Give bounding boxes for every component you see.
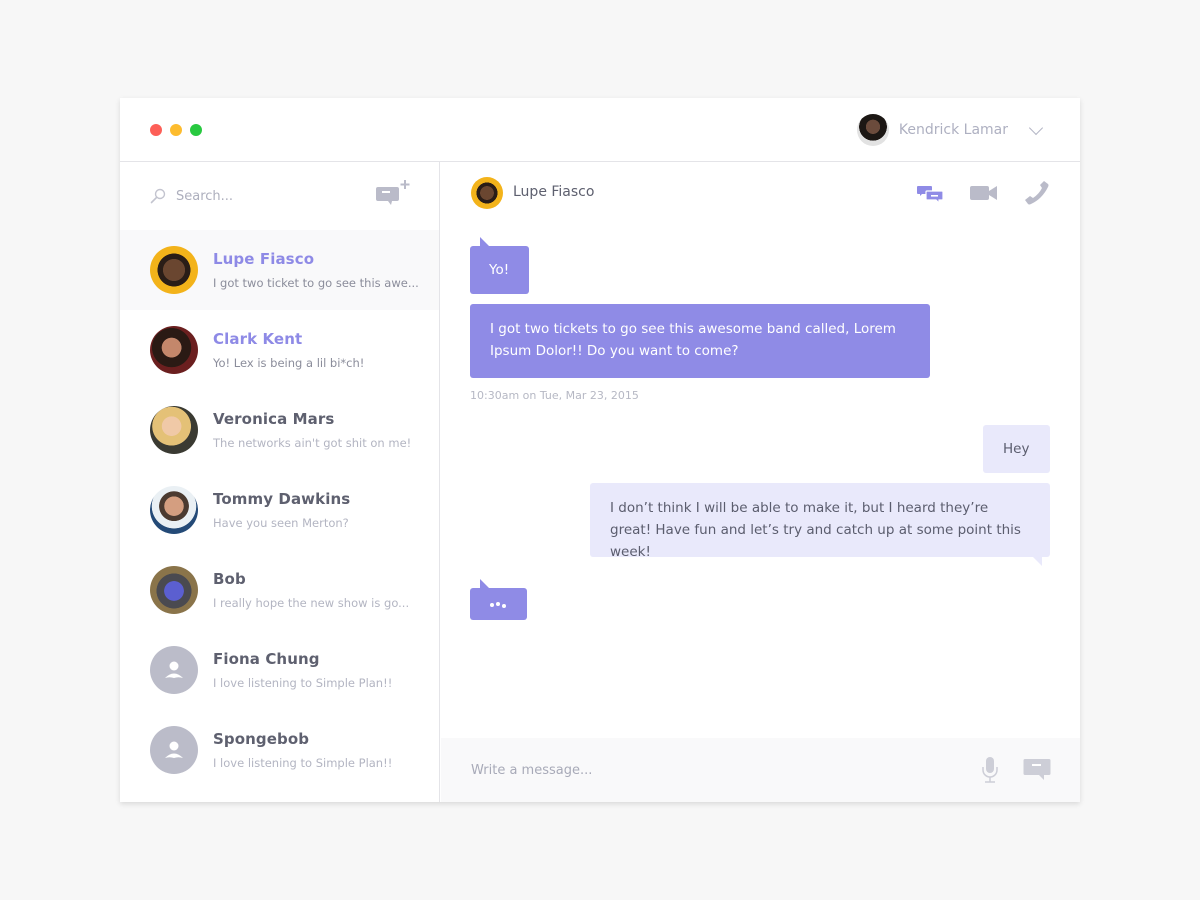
contact-name: Bob [213,570,246,588]
chevron-down-icon[interactable] [1028,122,1044,138]
title-bar: Kendrick Lamar [120,98,1080,162]
default-avatar-icon [150,646,198,694]
message-bubble-outgoing: Hey [983,425,1050,473]
typing-dot [490,603,494,607]
close-window-button[interactable] [150,124,162,136]
chat-contact-name: Lupe Fiasco [513,184,595,200]
contact-list: Lupe Fiasco I got two ticket to go see t… [120,230,440,790]
contact-item-fiona-chung[interactable]: Fiona Chung I love listening to Simple P… [120,630,439,710]
message-preview: I love listening to Simple Plan!! [213,676,393,690]
chat-panel: Lupe Fiasco Yo! I got two tickets to go … [441,162,1080,802]
user-name: Kendrick Lamar [898,122,1008,138]
new-chat-icon[interactable] [376,180,416,208]
chat-contact-avatar [471,177,503,209]
avatar [150,326,198,374]
message-preview: I really hope the new show is go... [213,596,410,610]
contact-item-lupe-fiasco[interactable]: Lupe Fiasco I got two ticket to go see t… [120,230,439,310]
message-input[interactable] [471,758,951,782]
contact-name: Fiona Chung [213,650,320,668]
message-preview: I got two ticket to go see this awe... [213,276,418,290]
avatar [150,486,198,534]
chat-header: Lupe Fiasco [441,162,1080,226]
message-bubble-incoming: Yo! [470,237,529,294]
contact-name: Tommy Dawkins [213,490,351,508]
avatar [150,406,198,454]
contact-item-clark-kent[interactable]: Clark Kent Yo! Lex is being a lil bi*ch! [120,310,439,390]
minimize-window-button[interactable] [170,124,182,136]
contact-item-tommy-dawkins[interactable]: Tommy Dawkins Have you seen Merton? [120,470,439,550]
chat-icon[interactable] [917,180,947,206]
search-icon [150,188,166,204]
messenger-window: Kendrick Lamar Lupe Fiasco I got two tic… [120,98,1080,802]
message-bubble-incoming: I got two tickets to go see this awesome… [470,304,930,378]
default-avatar-icon [150,726,198,774]
contact-item-veronica-mars[interactable]: Veronica Mars The networks ain't got shi… [120,390,439,470]
message-preview: I love listening to Simple Plan!! [213,756,393,770]
contact-name: Clark Kent [213,330,303,348]
avatar [150,246,198,294]
microphone-icon[interactable] [981,756,999,784]
message-preview: The networks ain't got shit on me! [213,436,412,450]
typing-dot [502,604,506,608]
contact-name: Veronica Mars [213,410,335,428]
maximize-window-button[interactable] [190,124,202,136]
contact-item-spongebob[interactable]: Spongebob I love listening to Simple Pla… [120,710,439,790]
contacts-sidebar: Lupe Fiasco I got two ticket to go see t… [120,162,440,802]
typing-indicator [470,579,527,620]
message-preview: Yo! Lex is being a lil bi*ch! [213,356,365,370]
message-composer [441,738,1080,802]
user-avatar [856,114,889,146]
search-input[interactable] [176,184,366,208]
contact-item-bob[interactable]: Bob I really hope the new show is go... [120,550,439,630]
search-bar [120,162,440,230]
typing-dot [496,602,500,606]
avatar [150,566,198,614]
message-bubble-outgoing: I don’t think I will be able to make it,… [590,483,1050,566]
send-message-icon[interactable] [1023,758,1051,782]
user-menu[interactable]: Kendrick Lamar [856,114,1044,146]
phone-icon[interactable] [1021,180,1051,206]
message-timestamp: 10:30am on Tue, Mar 23, 2015 [470,389,639,402]
message-preview: Have you seen Merton? [213,516,349,530]
contact-name: Lupe Fiasco [213,250,315,268]
video-camera-icon[interactable] [969,180,999,206]
contact-name: Spongebob [213,730,310,748]
